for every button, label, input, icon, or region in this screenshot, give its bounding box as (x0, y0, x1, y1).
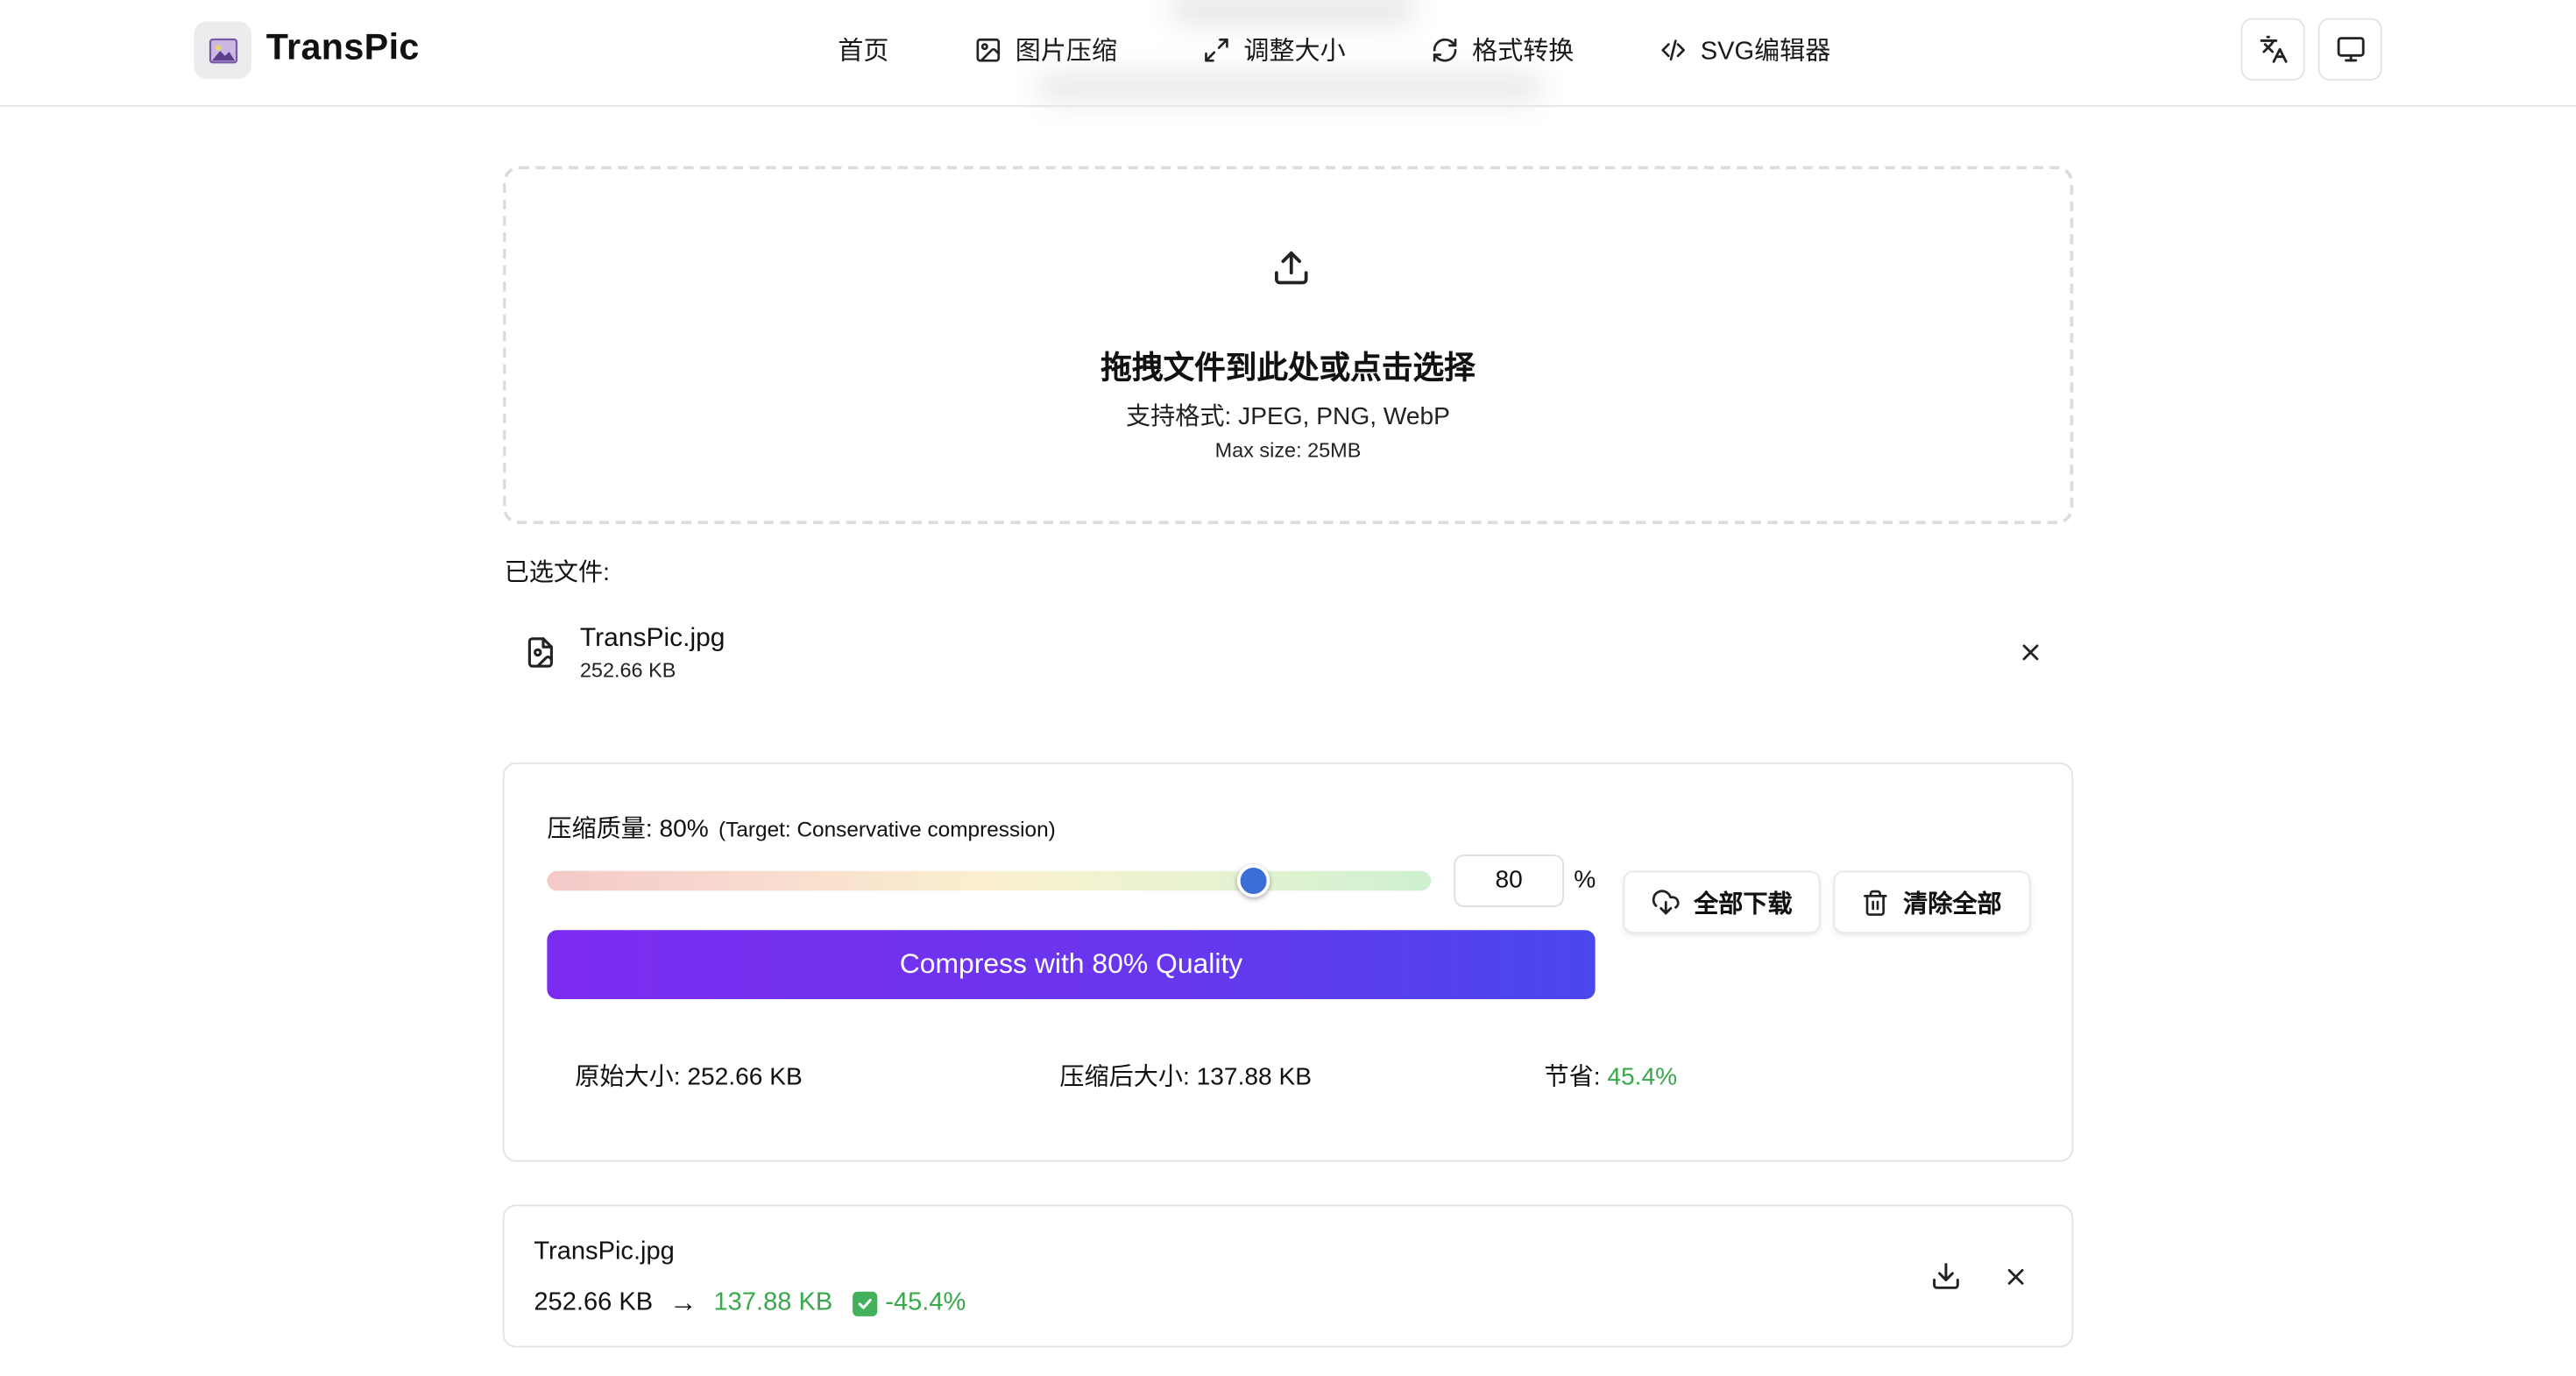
nav-home-label: 首页 (838, 38, 889, 66)
quality-slider[interactable] (547, 864, 1432, 897)
nav-resize-label: 调整大小 (1243, 38, 1346, 66)
nav-format-convert[interactable]: 格式转换 (1431, 32, 1574, 67)
result-reduction: -45.4% (885, 1288, 966, 1316)
compression-settings-card: 压缩质量: 80% (Target: Conservative compressi… (502, 762, 2074, 1162)
nav-home[interactable]: 首页 (838, 32, 888, 67)
selected-files-label: 已选文件: (504, 558, 610, 587)
expand-icon (1205, 37, 1228, 61)
nav-svg-editor[interactable]: SVG编辑器 (1660, 32, 1830, 67)
compress-button-label: Compress with 80% Quality (899, 947, 1243, 980)
arrow-right-icon: → (669, 1287, 697, 1318)
main-nav: 首页 图片压缩 调整大小 格式转换 SVG编辑器 (838, 28, 1916, 71)
result-item: TransPic.jpg 252.66 KB → 137.88 KB -45.4… (502, 1204, 2074, 1348)
check-icon (852, 1290, 877, 1316)
compressed-size-stat: 压缩后大小: 137.88 KB (1059, 1059, 1312, 1093)
nav-format-convert-label: 格式转换 (1472, 38, 1575, 66)
nav-svg-editor-label: SVG编辑器 (1700, 38, 1831, 66)
result-file-name: TransPic.jpg (534, 1237, 675, 1266)
clear-all-label: 清除全部 (1903, 890, 2002, 919)
blurred-overlay (1170, 0, 1417, 26)
nav-image-compress[interactable]: 图片压缩 (974, 32, 1117, 67)
selected-file-item: TransPic.jpg 252.66 KB (503, 612, 2074, 694)
upload-title: 拖拽文件到此处或点击选择 (1100, 351, 1476, 387)
cloud-download-icon (1652, 890, 1680, 915)
download-icon[interactable] (1930, 1260, 1962, 1292)
top-header: TransPic 首页 图片压缩 调整大小 格式转换 SVG编辑器 (0, 0, 2576, 107)
savings-stat: 节省: 45.4% (1545, 1059, 1678, 1093)
upload-formats: 支持格式: JPEG, PNG, WebP (1126, 402, 1450, 431)
upload-icon (1275, 251, 1308, 285)
original-size-value: 252.66 KB (687, 1063, 803, 1091)
upload-dropzone[interactable]: 拖拽文件到此处或点击选择 支持格式: JPEG, PNG, WebP Max s… (502, 166, 2074, 525)
download-all-label: 全部下载 (1694, 890, 1793, 919)
close-icon[interactable] (2003, 1264, 2029, 1290)
monitor-icon (2336, 37, 2364, 62)
file-image-icon (527, 637, 553, 668)
logo-icon[interactable] (194, 21, 251, 79)
result-sizes: 252.66 KB → 137.88 KB -45.4% (534, 1287, 966, 1320)
result-compressed-size: 137.88 KB (713, 1288, 833, 1316)
quality-slider-thumb[interactable] (1237, 864, 1271, 897)
code-icon (1661, 39, 1686, 60)
nav-image-compress-label: 图片压缩 (1015, 38, 1118, 66)
language-button[interactable] (2240, 18, 2305, 81)
compressed-size-value: 137.88 KB (1196, 1063, 1313, 1091)
quality-label: 压缩质量: 80% (Target: Conservative compressi… (547, 810, 1055, 844)
selected-file-size: 252.66 KB (579, 658, 676, 683)
refresh-icon (1433, 37, 1457, 61)
selected-file-name: TransPic.jpg (579, 624, 725, 653)
clear-all-button[interactable]: 清除全部 (1833, 870, 2031, 933)
trash-icon (1864, 889, 1888, 915)
quality-target-note: (Target: Conservative compression) (718, 816, 1056, 841)
quality-label-text: 压缩质量: 80% (547, 815, 709, 843)
app-title[interactable]: TransPic (266, 26, 420, 69)
image-icon (976, 37, 1001, 61)
blurred-overlay (1035, 72, 1545, 103)
upload-max-size: Max size: 25MB (1214, 438, 1362, 462)
translate-icon (2259, 35, 2287, 63)
nav-resize[interactable]: 调整大小 (1203, 32, 1346, 67)
close-icon[interactable] (2018, 639, 2044, 665)
theme-button[interactable] (2318, 18, 2382, 81)
savings-label: 节省: (1544, 1063, 1601, 1091)
quality-input[interactable]: 80 (1454, 855, 1564, 907)
original-size-label: 原始大小: (575, 1063, 681, 1091)
compress-button[interactable]: Compress with 80% Quality (547, 930, 1596, 999)
download-all-button[interactable]: 全部下载 (1623, 870, 1821, 933)
compressed-size-label: 压缩后大小: (1059, 1063, 1190, 1091)
savings-value: 45.4% (1607, 1063, 1678, 1091)
result-original-size: 252.66 KB (534, 1288, 654, 1316)
quality-percent-sign: % (1574, 866, 1596, 894)
original-size-stat: 原始大小: 252.66 KB (575, 1059, 803, 1093)
